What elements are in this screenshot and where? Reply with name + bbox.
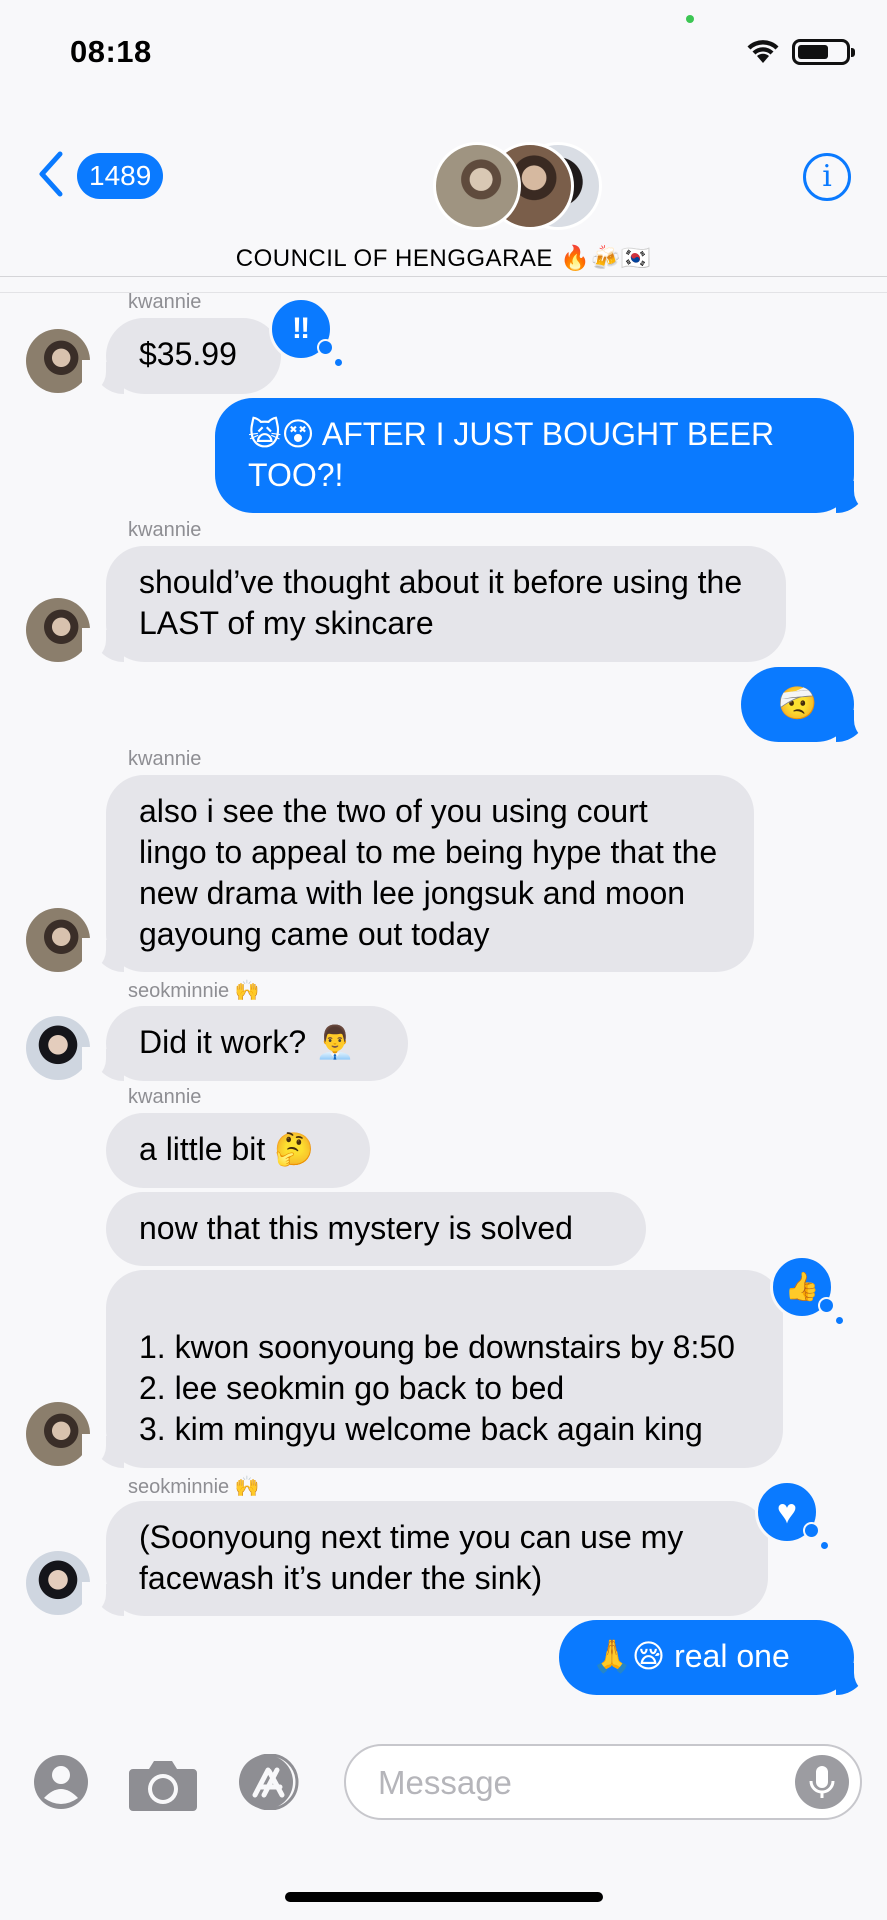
contact-icon[interactable] (33, 1754, 89, 1810)
tapback-heart-icon[interactable]: ♥ (755, 1480, 828, 1549)
tapback-thumbs-up-icon[interactable]: 👍 (770, 1255, 843, 1324)
group-avatar[interactable] (433, 142, 521, 230)
sender-name: kwannie (128, 1086, 202, 1108)
avatar[interactable] (26, 329, 90, 393)
sender-name: kwannie (128, 519, 202, 541)
avatar[interactable] (26, 1016, 90, 1080)
camera-indicator (686, 15, 694, 23)
message-text: 🤕 (777, 685, 818, 721)
message-text: 🙏😪 real one (592, 1638, 790, 1674)
message-bubble-received[interactable]: now that this mystery is solved (106, 1192, 646, 1266)
message-text: a little bit 🤔 (139, 1131, 315, 1167)
message-bubble-received[interactable]: 1. kwon soonyoung be downstairs by 8:50 … (82, 1270, 783, 1468)
avatar[interactable] (26, 908, 90, 972)
message-text: 1. kwon soonyoung be downstairs by 8:50 … (139, 1329, 735, 1447)
message-text: 🙀😵 AFTER I JUST BOUGHT BEER TOO?! (248, 416, 775, 493)
home-indicator (285, 1892, 603, 1902)
message-bubble-received[interactable]: should’ve thought about it before using … (82, 546, 786, 662)
sender-name: kwannie (128, 291, 202, 313)
message-bubble-received[interactable]: $35.99 (82, 318, 281, 394)
avatar[interactable] (26, 1402, 90, 1466)
header-divider (0, 276, 887, 277)
message-bubble-received[interactable]: a little bit 🤔 (106, 1113, 370, 1188)
camera-icon[interactable] (127, 1757, 199, 1813)
message-bubble-received[interactable]: Did it work? 👨‍💼 (82, 1006, 408, 1081)
message-bubble-received[interactable]: (Soonyoung next time you can use my face… (82, 1501, 768, 1616)
message-input[interactable] (376, 1760, 780, 1806)
status-time: 08:18 (70, 34, 152, 69)
sender-name: seokminnie 🙌 (128, 980, 260, 1002)
microphone-icon[interactable] (795, 1755, 849, 1809)
message-text: should’ve thought about it before using … (139, 564, 743, 641)
back-chevron-icon[interactable] (36, 150, 66, 198)
message-bubble-received[interactable]: also i see the two of you using court li… (82, 775, 754, 972)
app-store-icon[interactable] (238, 1754, 314, 1810)
sender-name: kwannie (128, 748, 202, 770)
group-title[interactable]: COUNCIL OF HENGGARAE 🔥🍻🇰🇷 (0, 244, 887, 273)
message-text: now that this mystery is solved (139, 1210, 573, 1246)
message-text: $35.99 (139, 336, 237, 372)
battery-icon (792, 39, 855, 65)
message-text: Did it work? 👨‍💼 (139, 1024, 355, 1060)
message-bubble-sent[interactable]: 🙏😪 real one (559, 1620, 878, 1695)
avatar[interactable] (26, 598, 90, 662)
unread-count-badge[interactable]: 1489 (77, 153, 164, 199)
message-bubble-sent[interactable]: 🤕 (741, 667, 878, 742)
wifi-icon (747, 40, 779, 63)
message-text: (Soonyoung next time you can use my face… (139, 1519, 684, 1596)
message-input-field[interactable] (344, 1744, 862, 1820)
tapback-exclamation-icon[interactable]: ‼ (269, 297, 342, 366)
avatar[interactable] (26, 1551, 90, 1615)
message-bubble-sent[interactable]: 🙀😵 AFTER I JUST BOUGHT BEER TOO?! (215, 398, 878, 513)
sender-name: seokminnie 🙌 (128, 1476, 260, 1498)
message-text: also i see the two of you using court li… (139, 793, 718, 952)
info-icon[interactable]: i (803, 153, 851, 201)
